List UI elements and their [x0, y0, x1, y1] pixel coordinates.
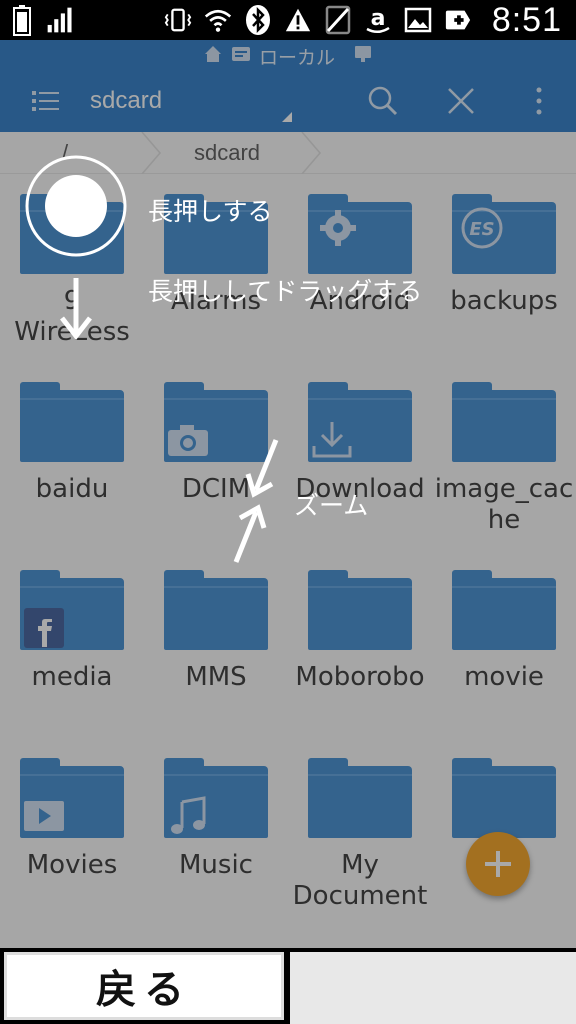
warning-icon	[284, 6, 312, 34]
zoom-hint: ズーム	[294, 491, 369, 520]
bottom-right-panel	[290, 952, 576, 1024]
long-press-drag-hint: 長押ししてドラッグする	[148, 277, 423, 306]
long-press-gesture-icon	[25, 155, 127, 257]
no-sim-icon	[324, 5, 352, 35]
signal-icon	[46, 6, 74, 34]
image-icon	[404, 6, 432, 34]
drag-down-arrow-icon	[60, 278, 92, 340]
pinch-zoom-arrows-icon	[233, 439, 279, 563]
wifi-icon	[204, 6, 232, 34]
tutorial-overlay[interactable]: 長押しする 長押ししてドラッグする ズーム	[0, 40, 576, 948]
clock: 8:51	[491, 1, 562, 39]
plus-tag-icon	[444, 6, 472, 34]
bluetooth-icon	[244, 5, 272, 35]
back-button[interactable]: 戻る	[4, 952, 284, 1020]
svg-text:a: a	[370, 6, 385, 31]
battery-icon	[8, 5, 36, 36]
bottom-bar: 戻る	[0, 948, 576, 1024]
status-bar: a 8:51	[0, 0, 576, 40]
amazon-icon: a	[364, 6, 392, 34]
vibrate-icon	[164, 6, 192, 34]
long-press-hint: 長押しする	[148, 197, 273, 226]
back-button-label: 戻る	[96, 967, 192, 1013]
